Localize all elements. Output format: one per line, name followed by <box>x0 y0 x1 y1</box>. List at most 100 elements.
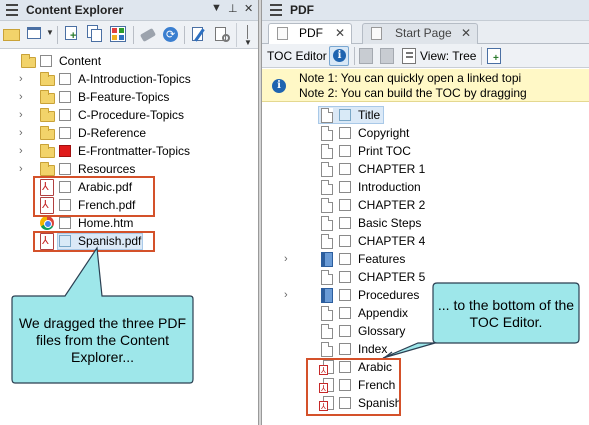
toc-item[interactable]: Copyright <box>262 124 589 142</box>
highlight-box <box>33 176 155 217</box>
chevron-right-icon[interactable]: › <box>284 286 288 304</box>
checkbox[interactable] <box>40 55 52 67</box>
tree-folder-row[interactable]: › A-Introduction-Topics <box>0 70 258 88</box>
close-icon[interactable]: ✕ <box>244 2 253 15</box>
tree-folder-row[interactable]: › E-Frontmatter-Topics <box>0 142 258 160</box>
checkbox[interactable] <box>339 343 351 355</box>
checkbox[interactable] <box>339 163 351 175</box>
toolbar-overflow[interactable]: ▼ <box>236 23 258 47</box>
checkbox[interactable] <box>339 361 351 373</box>
highlight-box <box>33 231 155 252</box>
refresh-icon[interactable]: ⟳ <box>160 24 180 44</box>
left-callout-text: We dragged the three PDF files from the … <box>18 315 187 365</box>
tab-start-page[interactable]: Start Page ✕ <box>362 23 478 44</box>
toc-item[interactable]: ⅄ French <box>262 376 589 394</box>
menu-icon[interactable] <box>6 4 18 19</box>
toc-item-label: Spanish <box>358 396 402 410</box>
toc-item[interactable]: › Features <box>262 250 589 268</box>
checkbox[interactable] <box>339 253 351 265</box>
page-icon <box>321 162 333 177</box>
edit-icon[interactable] <box>189 24 209 44</box>
tree-folder-row[interactable]: › B-Feature-Topics <box>0 88 258 106</box>
chevron-right-icon[interactable]: › <box>19 70 23 88</box>
toc-item-label: Copyright <box>358 126 410 140</box>
checkbox[interactable] <box>339 235 351 247</box>
checkbox[interactable] <box>339 397 351 409</box>
tree-folder-row[interactable]: › C-Procedure-Topics <box>0 106 258 124</box>
chevron-right-icon[interactable]: › <box>284 250 288 268</box>
chevron-right-icon[interactable]: › <box>19 124 23 142</box>
menu-icon[interactable] <box>270 4 282 19</box>
tab-strip: PDF ✕ Start Page ✕ <box>262 21 589 45</box>
page-icon <box>321 324 333 339</box>
chrome-icon <box>40 216 54 230</box>
tab-pdf[interactable]: PDF ✕ <box>268 23 352 45</box>
toc-item[interactable]: CHAPTER 4 <box>262 232 589 250</box>
toc-item-label: Basic Steps <box>358 216 422 230</box>
chevron-right-icon[interactable]: › <box>19 160 23 178</box>
checkbox[interactable] <box>59 163 71 175</box>
checkbox[interactable] <box>339 325 351 337</box>
toc-item[interactable]: ⅄ Spanish <box>262 394 589 412</box>
toc-item-label: Glossary <box>358 324 406 338</box>
toc-item[interactable]: Title <box>262 106 589 124</box>
tree-view-icon[interactable] <box>402 48 416 64</box>
toc-item-label: Features <box>358 252 406 266</box>
panel-title: PDF <box>290 3 314 17</box>
pin-icon[interactable]: ⊥ <box>228 2 238 15</box>
tree-root-content[interactable]: Content <box>0 52 258 70</box>
info-icon: i <box>333 49 346 62</box>
checkbox[interactable] <box>339 379 351 391</box>
layout-button[interactable] <box>25 24 45 44</box>
chevron-right-icon[interactable]: › <box>19 142 23 160</box>
view-mode-label[interactable]: View: Tree <box>420 49 476 63</box>
paste-icon[interactable] <box>380 48 394 64</box>
checkbox[interactable] <box>59 91 71 103</box>
chevron-right-icon[interactable]: › <box>19 88 23 106</box>
settings-icon[interactable] <box>212 24 232 44</box>
checkbox[interactable] <box>339 307 351 319</box>
toc-item[interactable]: CHAPTER 5 <box>262 268 589 286</box>
toc-item[interactable]: Index <box>262 340 589 358</box>
info-button[interactable]: i <box>329 46 349 66</box>
toc-item[interactable]: Basic Steps <box>262 214 589 232</box>
pdf-doc-icon: ⅄ <box>319 396 335 411</box>
checkbox[interactable] <box>339 145 351 157</box>
toc-item[interactable]: CHAPTER 2 <box>262 196 589 214</box>
add-item-icon[interactable]: + <box>487 48 501 64</box>
notes-banner: i Note 1: You can quickly open a linked … <box>262 69 589 102</box>
checkbox[interactable] <box>339 109 351 121</box>
toolbar-separator <box>133 26 134 44</box>
toc-item-label: CHAPTER 4 <box>358 234 426 248</box>
grid-view-button[interactable] <box>108 24 128 44</box>
folder-view-button[interactable] <box>2 24 22 44</box>
page-icon <box>321 306 333 321</box>
eraser-icon[interactable] <box>138 24 158 44</box>
checkbox[interactable] <box>59 217 71 229</box>
new-item-button[interactable]: + <box>62 24 82 44</box>
copy-button[interactable] <box>85 24 105 44</box>
layout-dropdown-icon[interactable]: ▼ <box>46 28 54 37</box>
checkbox-red[interactable] <box>59 145 71 157</box>
checkbox[interactable] <box>339 127 351 139</box>
checkbox[interactable] <box>59 73 71 85</box>
close-icon[interactable]: ✕ <box>335 24 345 43</box>
tab-label: Start Page <box>395 26 452 40</box>
checkbox[interactable] <box>339 217 351 229</box>
toc-item[interactable]: CHAPTER 1 <box>262 160 589 178</box>
copy-icon[interactable] <box>359 48 373 64</box>
content-explorer-toolbar: ▼ + ⟳ ▼ <box>0 21 258 49</box>
checkbox[interactable] <box>339 181 351 193</box>
checkbox[interactable] <box>339 199 351 211</box>
close-icon[interactable]: ✕ <box>461 24 471 43</box>
toc-item[interactable]: ⅄ Arabic <box>262 358 589 376</box>
checkbox[interactable] <box>59 109 71 121</box>
checkbox[interactable] <box>59 127 71 139</box>
checkbox[interactable] <box>339 289 351 301</box>
toc-item[interactable]: Introduction <box>262 178 589 196</box>
tree-folder-row[interactable]: › D-Reference <box>0 124 258 142</box>
checkbox[interactable] <box>339 271 351 283</box>
toc-item[interactable]: Print TOC <box>262 142 589 160</box>
chevron-right-icon[interactable]: › <box>19 106 23 124</box>
dropdown-icon[interactable]: ▼ <box>211 2 222 14</box>
